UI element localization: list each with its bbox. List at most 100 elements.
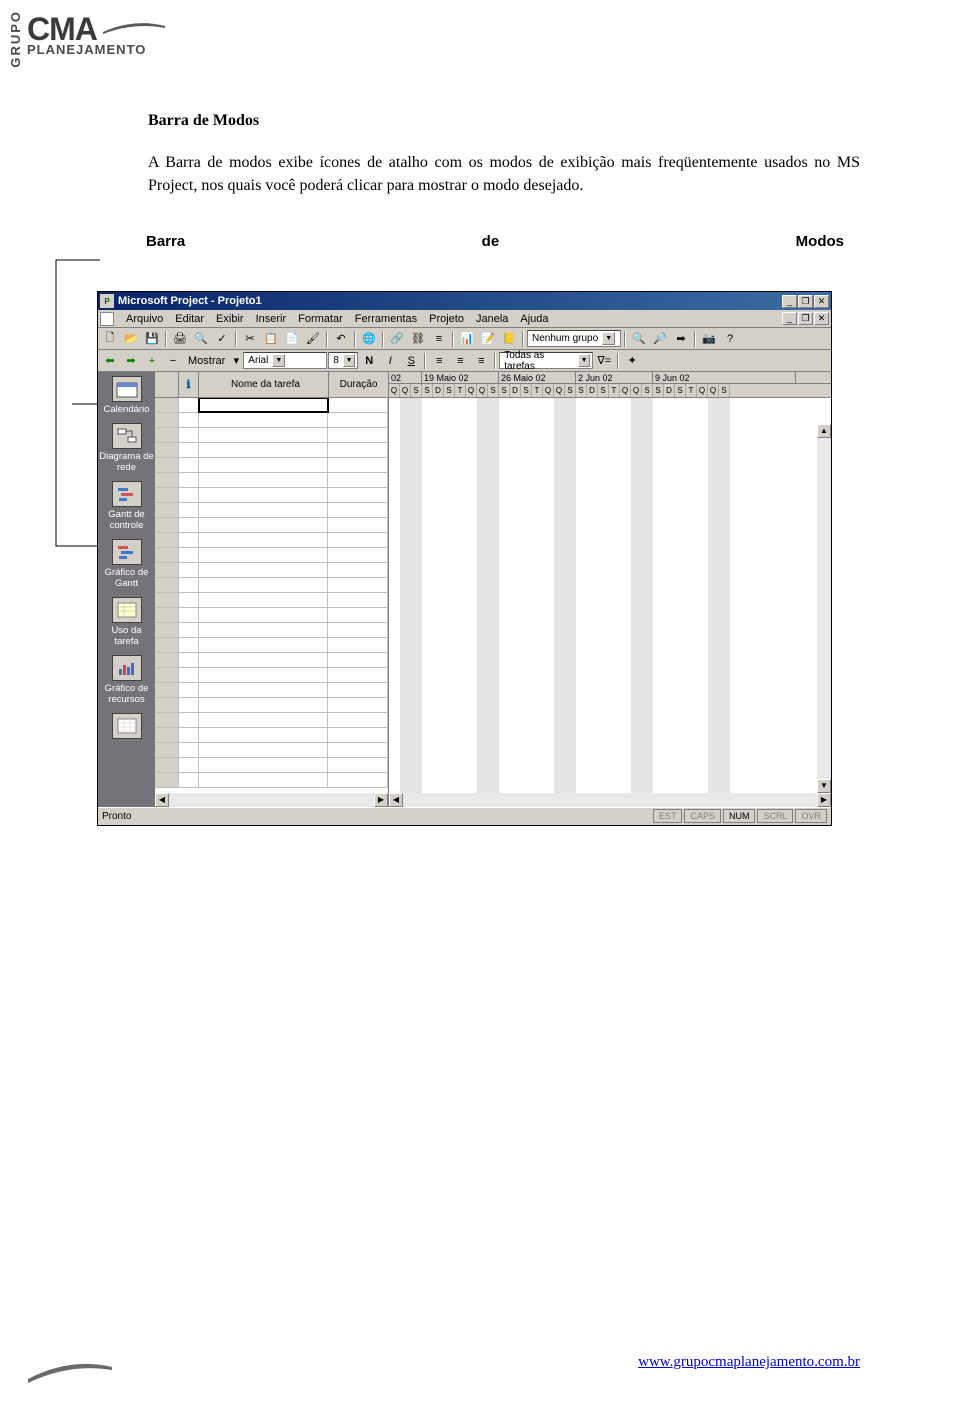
zoom-in-button[interactable]: 🔍 (629, 330, 649, 348)
view-gantt-controle[interactable]: Gantt de controle (98, 481, 155, 531)
table-row[interactable] (155, 398, 388, 413)
view-grafico-gantt[interactable]: Gráfico de Gantt (98, 539, 155, 589)
print-button[interactable]: 🖨 (170, 330, 190, 348)
table-row[interactable] (155, 593, 388, 608)
scroll-down-button[interactable]: ▼ (817, 779, 831, 793)
doc-close-button[interactable]: ✕ (814, 312, 829, 325)
font-combo[interactable]: Arial▼ (243, 352, 327, 369)
table-row[interactable] (155, 683, 388, 698)
table-row[interactable] (155, 563, 388, 578)
table-row[interactable] (155, 653, 388, 668)
zoom-out-button[interactable]: 🔎 (650, 330, 670, 348)
copy-picture-button[interactable]: 📷 (699, 330, 719, 348)
view-uso-tarefa[interactable]: Uso da tarefa (98, 597, 155, 647)
hyperlink-button[interactable]: 🌐 (359, 330, 379, 348)
underline-button[interactable]: S (401, 352, 421, 370)
doc-restore-button[interactable]: ❐ (798, 312, 813, 325)
link-button[interactable]: 🔗 (387, 330, 407, 348)
open-button[interactable]: 📂 (121, 330, 141, 348)
scroll-right-button-2[interactable]: ▶ (817, 793, 831, 807)
menu-janela[interactable]: Janela (470, 313, 514, 325)
info-button[interactable]: 📊 (457, 330, 477, 348)
table-row[interactable] (155, 713, 388, 728)
unlink-button[interactable]: ⛓ (408, 330, 428, 348)
table-row[interactable] (155, 668, 388, 683)
menu-inserir[interactable]: Inserir (250, 313, 293, 325)
table-row[interactable] (155, 518, 388, 533)
table-row[interactable] (155, 728, 388, 743)
close-button[interactable]: ✕ (814, 295, 829, 308)
menu-arquivo[interactable]: Arquivo (120, 313, 169, 325)
table-row[interactable] (155, 533, 388, 548)
task-name-header[interactable]: Nome da tarefa (199, 372, 329, 397)
align-left-button[interactable]: ≡ (429, 352, 449, 370)
scroll-right-button[interactable]: ▶ (374, 793, 388, 807)
table-row[interactable] (155, 743, 388, 758)
show-subtasks-button[interactable]: + (142, 352, 162, 370)
doc-minimize-button[interactable]: _ (782, 312, 797, 325)
table-row[interactable] (155, 623, 388, 638)
new-button[interactable]: 🗋 (100, 330, 120, 348)
scroll-left-button-2[interactable]: ◀ (389, 793, 403, 807)
group-combo[interactable]: Nenhum grupo▼ (527, 330, 621, 347)
table-row[interactable] (155, 638, 388, 653)
goto-button[interactable]: ➡ (671, 330, 691, 348)
menu-editar[interactable]: Editar (169, 313, 210, 325)
save-button[interactable]: 💾 (142, 330, 162, 348)
scroll-up-button[interactable]: ▲ (817, 424, 831, 438)
split-button[interactable]: ≡ (429, 330, 449, 348)
assign-button[interactable]: 📒 (499, 330, 519, 348)
view-more[interactable] (98, 713, 155, 741)
font-size-combo[interactable]: 8▼ (328, 352, 358, 369)
table-row[interactable] (155, 458, 388, 473)
italic-button[interactable]: I (380, 352, 400, 370)
row-number-header[interactable] (155, 372, 179, 397)
bold-button[interactable]: N (359, 352, 379, 370)
table-row[interactable] (155, 698, 388, 713)
maximize-button[interactable]: ❐ (798, 295, 813, 308)
task-table[interactable] (155, 398, 389, 807)
table-row[interactable] (155, 488, 388, 503)
info-column-header[interactable] (179, 372, 199, 397)
help-button[interactable]: ? (720, 330, 740, 348)
gantt-wizard-button[interactable]: ✦ (622, 352, 642, 370)
minimize-button[interactable]: _ (782, 295, 797, 308)
table-row[interactable] (155, 473, 388, 488)
table-row[interactable] (155, 428, 388, 443)
table-row[interactable] (155, 503, 388, 518)
table-row[interactable] (155, 608, 388, 623)
table-row[interactable] (155, 548, 388, 563)
show-dropdown[interactable]: ▾ (230, 352, 242, 370)
cut-button[interactable]: ✂ (240, 330, 260, 348)
table-row[interactable] (155, 443, 388, 458)
print-preview-button[interactable]: 🔍 (191, 330, 211, 348)
table-row[interactable] (155, 758, 388, 773)
spellcheck-button[interactable]: ✓ (212, 330, 232, 348)
table-row[interactable] (155, 413, 388, 428)
hide-subtasks-button[interactable]: − (163, 352, 183, 370)
duration-header[interactable]: Duração (329, 372, 389, 397)
view-diagrama-rede[interactable]: Diagrama de rede (98, 423, 155, 473)
indent-button[interactable]: ➡ (121, 352, 141, 370)
gantt-chart-area[interactable] (389, 398, 831, 807)
menu-ferramentas[interactable]: Ferramentas (349, 313, 423, 325)
vertical-scrollbar[interactable]: ▲ ▼ (817, 424, 831, 793)
view-grafico-recursos[interactable]: Gráfico de recursos (98, 655, 155, 705)
scroll-left-button[interactable]: ◀ (155, 793, 169, 807)
view-calendario[interactable]: Calendário (98, 376, 155, 415)
autofilter-button[interactable]: ∇= (594, 352, 614, 370)
table-row[interactable] (155, 578, 388, 593)
table-row[interactable] (155, 773, 388, 788)
menu-exibir[interactable]: Exibir (210, 313, 250, 325)
notes-button[interactable]: 📝 (478, 330, 498, 348)
align-right-button[interactable]: ≡ (471, 352, 491, 370)
align-center-button[interactable]: ≡ (450, 352, 470, 370)
copy-button[interactable]: 📋 (261, 330, 281, 348)
menu-projeto[interactable]: Projeto (423, 313, 470, 325)
menu-ajuda[interactable]: Ajuda (514, 313, 554, 325)
menu-formatar[interactable]: Formatar (292, 313, 349, 325)
footer-link[interactable]: www.grupocmaplanejamento.com.br (638, 1354, 860, 1370)
format-painter-button[interactable]: 🖌 (303, 330, 323, 348)
paste-button[interactable]: 📄 (282, 330, 302, 348)
undo-button[interactable]: ↶ (331, 330, 351, 348)
